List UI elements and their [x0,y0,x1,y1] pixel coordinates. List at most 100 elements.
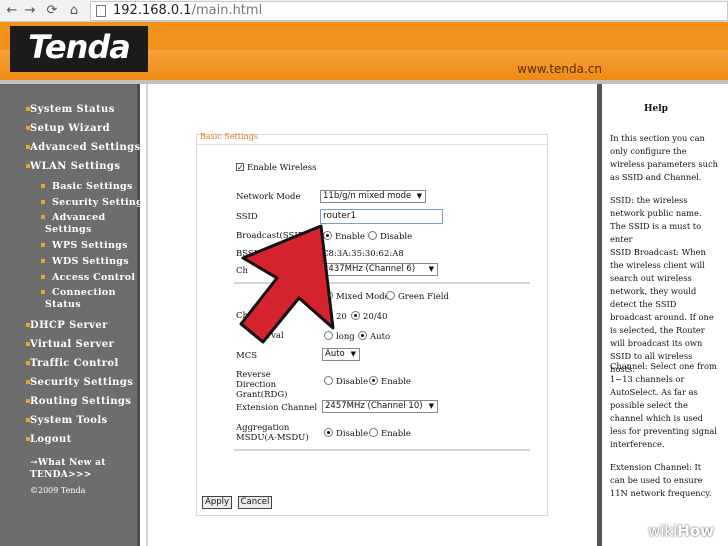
sidebar-item-label: Security Settings [30,377,134,388]
bullet-icon [26,342,30,346]
cancel-button[interactable]: Cancel [238,496,272,509]
rdg-enable-radio[interactable] [369,376,378,385]
sidebar-subitem-wds-settings[interactable]: WDS Settings [41,256,129,268]
gi-auto-label: Auto [370,332,391,342]
sidebar-item-label: Routing Settings [30,396,132,407]
bullet-icon [26,418,30,422]
bullet-icon [41,275,45,279]
sidebar-subitem-label: Access Control [52,272,136,283]
url-host: 192.168.0.1 [113,3,192,18]
bullet-icon [26,107,30,111]
extension-channel-select[interactable]: 2457MHz (Channel 10) ▼ [322,400,438,413]
bullet-icon [26,164,30,168]
sidebar-item-label: WLAN Settings [30,161,121,172]
extension-channel-value: 2457MHz (Channel 10) [325,401,423,411]
forward-icon[interactable]: → [22,3,38,19]
rdg-label: Reverse Direction Grant(RDG) [236,370,288,400]
sidebar-item-virtual-server[interactable]: Virtual Server [26,339,115,350]
help-title: Help [644,104,668,114]
extension-channel-label: Extension Channel [236,403,318,413]
amsdu-disable-radio[interactable] [324,428,333,437]
mcs-label: MCS [236,351,258,361]
bullet-icon [26,126,30,130]
sidebar-subitem-wps-settings[interactable]: WPS Settings [41,240,128,252]
dropdown-arrow-icon: ▼ [416,192,422,200]
sidebar-item-label: Traffic Control [30,358,119,369]
green-field-label: Green Field [398,292,449,302]
amsdu-disable-label: Disable [336,429,369,439]
sidebar-item-routing-settings[interactable]: Routing Settings [26,396,132,407]
amsdu-enable-radio[interactable] [369,428,378,437]
help-paragraph: SSID: the wireless network public name. … [610,195,702,244]
enable-wireless-checkbox[interactable]: ✓ [236,163,244,172]
home-icon[interactable]: ⌂ [66,3,82,19]
help-paragraph: In this section you can only configure t… [610,133,718,182]
watermark-wiki: wiki [648,522,678,540]
rdg-enable-label: Enable [381,377,411,387]
sidebar-subitem-label: Security Settings [52,197,149,208]
sidebar-item-traffic-control[interactable]: Traffic Control [26,358,119,369]
sidebar-item-wlan-settings[interactable]: WLAN Settings [26,161,121,172]
amsdu-label: Aggregation MSDU(A-MSDU) [236,423,309,443]
copyright: ©2009 Tenda [30,486,86,495]
sidebar-subitem-security-settings[interactable]: Security Settings [41,197,149,209]
bullet-icon [26,399,30,403]
help-paragraph: Extension Channel: It can be used to ens… [610,462,712,498]
dropdown-arrow-icon: ▼ [428,402,434,410]
broadcast-disable-label: Disable [380,232,413,242]
gi-auto-radio[interactable] [358,331,367,340]
sidebar-item-security-settings[interactable]: Security Settings [26,377,134,388]
sidebar-subitem-connection-status[interactable]: Connection Status [41,287,135,311]
apply-button[interactable]: Apply [202,496,232,509]
sidebar-item-system-tools[interactable]: System Tools [26,415,108,426]
green-field-radio[interactable] [386,291,395,300]
sidebar-item-dhcp-server[interactable]: DHCP Server [26,320,108,331]
sidebar-item-system-status[interactable]: System Status [26,104,115,115]
whats-new-link[interactable]: →What New at TENDA>>> [30,457,110,481]
rdg-disable-label: Disable [336,377,369,387]
bullet-icon [26,361,30,365]
bullet-icon [26,437,30,441]
amsdu-enable-label: Enable [381,429,411,439]
bullet-icon [41,259,45,263]
dropdown-arrow-icon: ▼ [350,350,356,358]
site-link[interactable]: www.tenda.cn [517,62,602,76]
dropdown-arrow-icon: ▼ [428,265,434,273]
sidebar-item-label: Virtual Server [30,339,115,350]
sidebar-item-label: Setup Wizard [30,123,111,134]
network-mode-value: 11b/g/n mixed mode [323,191,412,201]
sidebar-item-setup-wizard[interactable]: Setup Wizard [26,123,111,134]
logo-text: Tenda [28,28,131,66]
network-mode-label: Network Mode [236,192,301,202]
sidebar-item-logout[interactable]: Logout [26,434,72,445]
bullet-icon [41,243,45,247]
broadcast-disable-radio[interactable] [368,231,377,240]
sidebar-subitem-label: WDS Settings [52,256,129,267]
bullet-icon [41,200,45,204]
rdg-disable-radio[interactable] [324,376,333,385]
page-icon [96,5,106,17]
bandwidth-2040-label: 20/40 [363,312,388,322]
sidebar-item-advanced-settings[interactable]: Advanced Settings [26,142,141,153]
sidebar-subitem-access-control[interactable]: Access Control [41,272,136,284]
network-mode-select[interactable]: 11b/g/n mixed mode ▼ [320,190,426,203]
enable-wireless-label: Enable Wireless [247,163,317,173]
reload-icon[interactable]: ⟳ [44,3,60,19]
sidebar-item-label: System Status [30,104,115,115]
help-paragraph: Channel: Select one from 1~13 channels o… [610,361,717,449]
sidebar-subitem-label: WPS Settings [52,240,128,251]
back-icon[interactable]: ← [4,3,20,19]
sidebar-subitem-basic-settings[interactable]: Basic Settings [41,181,133,193]
panel-title: Basic Settings [200,132,258,141]
section-divider [234,449,530,451]
bullet-icon [26,380,30,384]
address-bar[interactable]: 192.168.0.1/main.html [90,1,728,21]
watermark-how: How [677,522,715,540]
bullet-icon [41,215,45,219]
help-paragraph: SSID Broadcast: When the wireless client… [610,247,714,374]
mcs-value: Auto [325,349,345,359]
sidebar-subitem-label: Basic Settings [52,181,133,192]
sidebar-item-label: DHCP Server [30,320,108,331]
sidebar-subitem-advanced-settings[interactable]: Advanced Settings [41,212,135,236]
sidebar-subitem-label: Connection Status [45,287,116,310]
